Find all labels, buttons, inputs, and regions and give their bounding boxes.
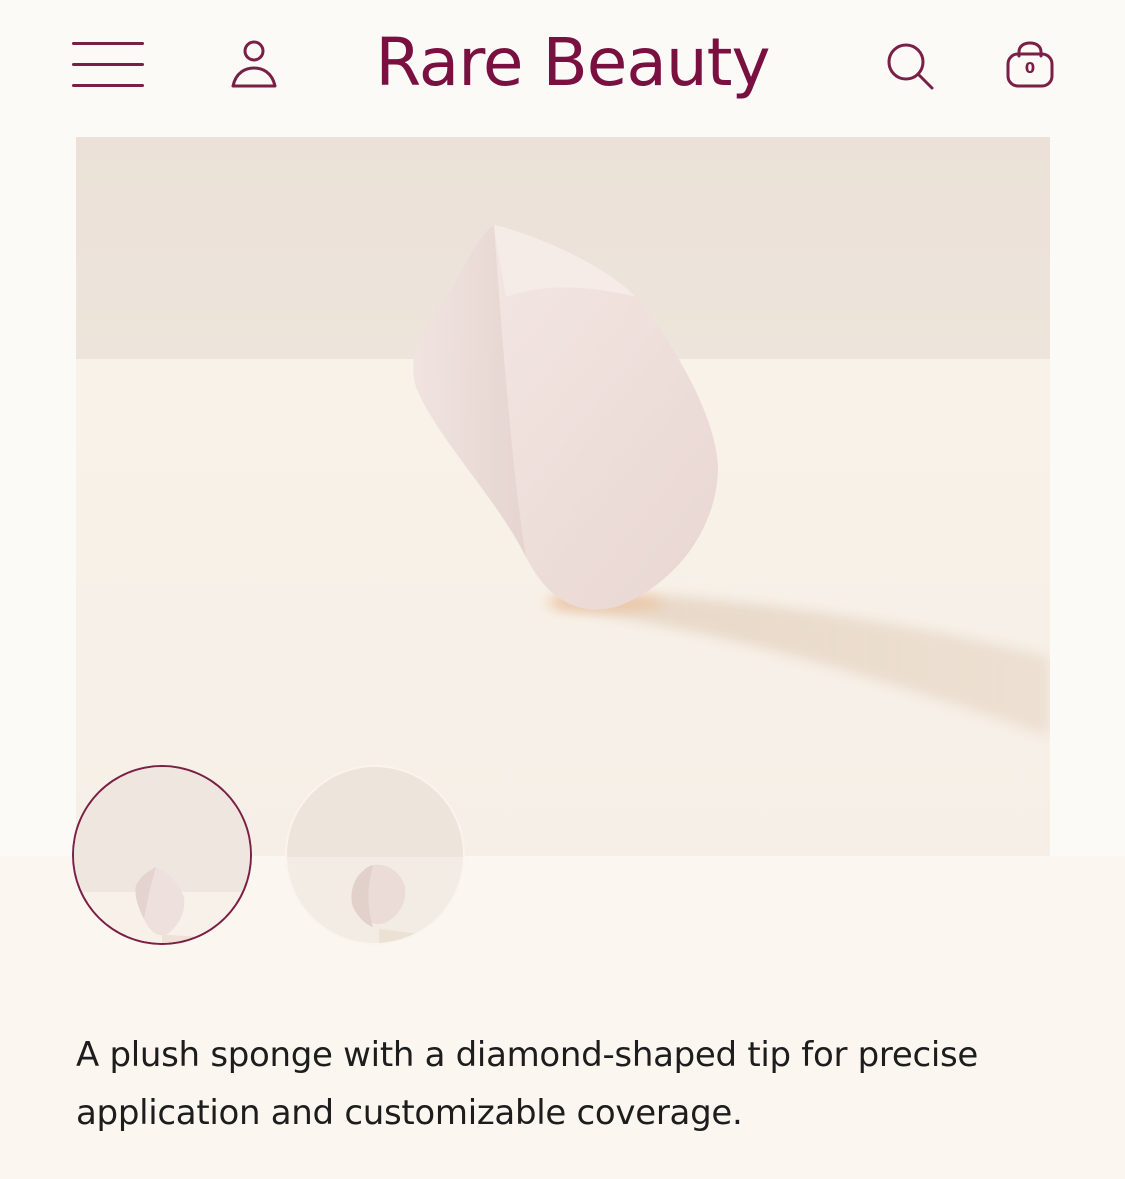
brand-logo[interactable]: Rare Beauty: [300, 18, 845, 108]
product-description: A plush sponge with a diamond-shaped tip…: [76, 1035, 979, 1133]
site-header: Rare Beauty 0: [0, 0, 1125, 130]
search-icon[interactable]: [884, 40, 938, 94]
hamburger-menu-icon[interactable]: [72, 42, 144, 88]
account-icon[interactable]: [228, 38, 280, 92]
cart-count-badge: 0: [1024, 59, 1036, 77]
product-thumbnail-2[interactable]: [287, 767, 463, 943]
shopping-bag-icon[interactable]: 0: [1004, 40, 1058, 90]
product-main-image[interactable]: [76, 137, 1050, 856]
product-thumbnail-1[interactable]: [74, 767, 250, 943]
